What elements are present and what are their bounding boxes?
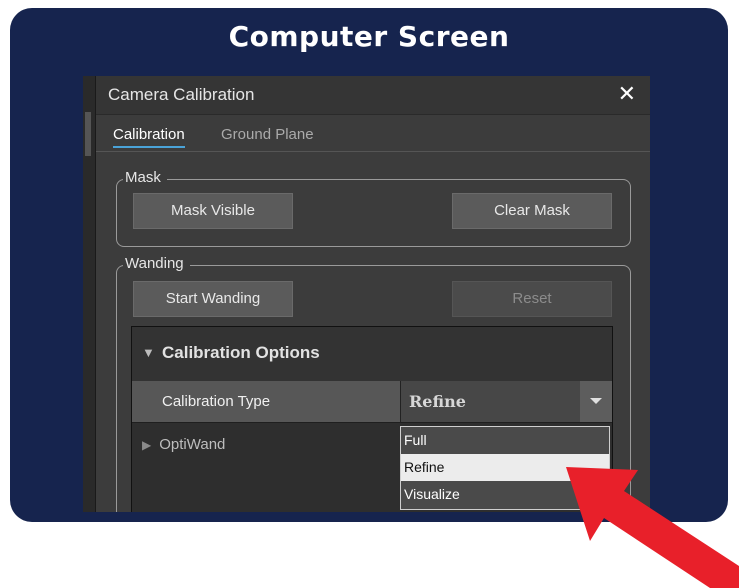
dropdown-option-refine[interactable]: Refine: [401, 454, 609, 481]
expand-triangle-icon: ▶: [142, 438, 152, 452]
wanding-group-legend: Wanding: [123, 255, 190, 272]
camera-calibration-window: Camera Calibration ✕ Calibration Ground …: [83, 76, 650, 512]
optiwand-label: OptiWand: [159, 436, 226, 453]
calibration-options-header[interactable]: ▼ Calibration Options: [132, 327, 612, 382]
calibration-type-value: Refine: [409, 392, 466, 411]
window-title: Camera Calibration: [108, 85, 255, 104]
dock-handle[interactable]: [85, 112, 91, 156]
left-dock-bar: [83, 76, 96, 512]
mask-visible-button[interactable]: Mask Visible: [133, 193, 293, 229]
tab-bar: Calibration Ground Plane: [96, 115, 650, 152]
window-titlebar: Camera Calibration ✕: [96, 76, 650, 115]
clear-mask-button[interactable]: Clear Mask: [452, 193, 612, 229]
calibration-options-title: Calibration Options: [162, 343, 320, 362]
calibration-type-label: Calibration Type: [132, 381, 400, 423]
dropdown-button[interactable]: [580, 381, 612, 422]
reset-button[interactable]: Reset: [452, 281, 612, 317]
close-icon[interactable]: ✕: [618, 81, 636, 107]
optiwand-row[interactable]: ▶ OptiWand: [132, 424, 400, 466]
calibration-type-dropdown-list: Full Refine Visualize: [400, 426, 610, 510]
calibration-type-select[interactable]: Refine: [400, 381, 612, 423]
collapse-triangle-icon: ▼: [142, 345, 155, 360]
start-wanding-button[interactable]: Start Wanding: [133, 281, 293, 317]
tab-ground-plane[interactable]: Ground Plane: [221, 126, 314, 143]
chevron-down-icon: [590, 398, 602, 404]
mask-group-legend: Mask: [123, 169, 167, 186]
dropdown-option-visualize[interactable]: Visualize: [401, 481, 609, 508]
frame-title: Computer Screen: [228, 20, 510, 53]
dropdown-option-full[interactable]: Full: [401, 427, 609, 454]
tab-calibration[interactable]: Calibration: [113, 126, 185, 148]
